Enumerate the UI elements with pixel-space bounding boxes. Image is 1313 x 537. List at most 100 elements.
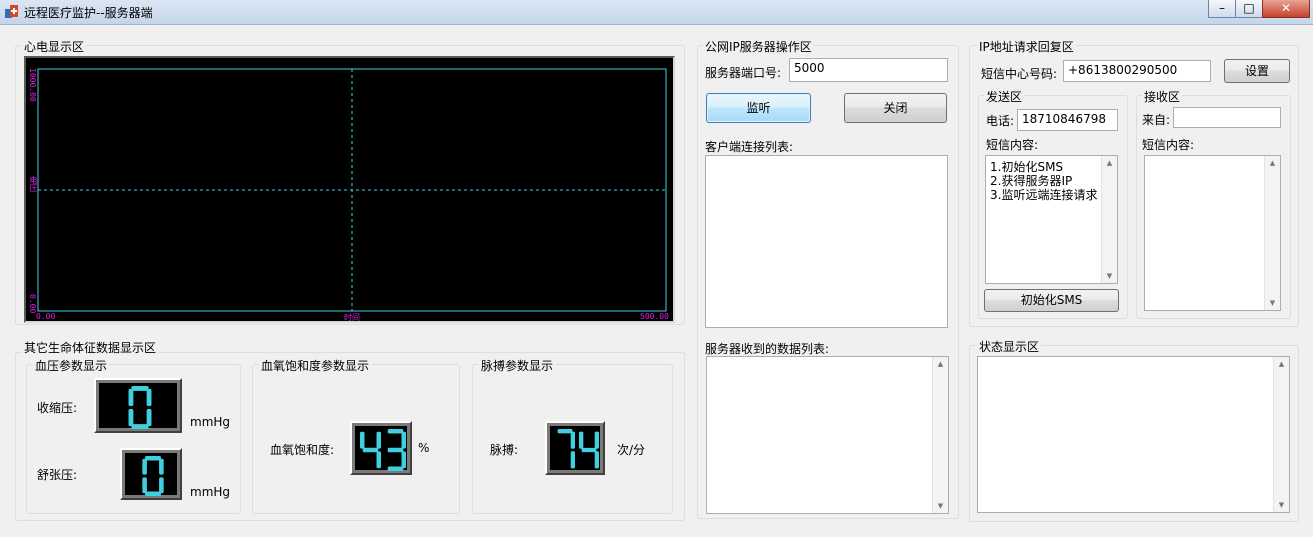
digit-segment bbox=[145, 491, 161, 496]
digit-segment bbox=[579, 431, 584, 449]
init-sms-button[interactable]: 初始化SMS bbox=[984, 289, 1119, 312]
diastolic-unit: mmHg bbox=[190, 485, 231, 499]
digit-segment bbox=[570, 431, 575, 449]
close-connection-button[interactable]: 关闭 bbox=[844, 93, 947, 123]
phone-label: 电话: bbox=[986, 114, 1015, 128]
diastolic-display bbox=[120, 448, 182, 500]
send-content-line: 2.获得服务器IP bbox=[990, 174, 1073, 188]
digit-segment bbox=[146, 388, 152, 407]
pulse-label: 脉搏: bbox=[490, 443, 519, 457]
from-input[interactable] bbox=[1173, 107, 1281, 128]
settings-button[interactable]: 设置 bbox=[1224, 59, 1290, 83]
digit-segment bbox=[128, 388, 134, 407]
receive-content-label: 短信内容: bbox=[1142, 138, 1195, 152]
digit-segment bbox=[594, 451, 599, 469]
clients-list[interactable] bbox=[705, 155, 948, 328]
send-group-label: 发送区 bbox=[984, 88, 1025, 105]
receive-content-textarea[interactable]: ▲ ▼ bbox=[1144, 155, 1281, 311]
pulse-value-digits bbox=[557, 429, 599, 469]
digit-segment bbox=[146, 408, 152, 427]
title-bar bbox=[0, 0, 1313, 25]
scroll-down-icon[interactable]: ▼ bbox=[933, 502, 948, 510]
send-content-line: 1.初始化SMS bbox=[990, 160, 1064, 174]
ecg-x-mid-label: 时间 bbox=[344, 313, 360, 322]
digit-segment bbox=[142, 477, 147, 494]
status-group-label: 状态显示区 bbox=[977, 338, 1042, 355]
vitals-group-label: 其它生命体征数据显示区 bbox=[22, 339, 159, 356]
send-content-line: 3.监听远端连接请求 bbox=[990, 188, 1098, 202]
scroll-up-icon[interactable]: ▲ bbox=[1102, 159, 1117, 167]
minimize-icon: – bbox=[1219, 1, 1225, 15]
spo2-label: 血氧饱和度: bbox=[270, 443, 335, 457]
digit-segment bbox=[362, 447, 379, 453]
diastolic-label: 舒张压: bbox=[37, 468, 78, 482]
ecg-plot: 1000.00 电压 0.00 0.00 时间 500.00 bbox=[24, 56, 675, 323]
scroll-up-icon[interactable]: ▲ bbox=[1274, 360, 1289, 368]
status-textarea[interactable]: ▲ ▼ bbox=[977, 356, 1290, 513]
digit-segment bbox=[159, 477, 164, 494]
digit-segment bbox=[159, 458, 164, 475]
send-content-textarea[interactable]: 1.初始化SMS 2.获得服务器IP 3.监听远端连接请求 ▲ ▼ bbox=[985, 155, 1118, 284]
send-content-scrollbar[interactable]: ▲ ▼ bbox=[1101, 156, 1117, 283]
received-list-label: 服务器收到的数据列表: bbox=[705, 342, 830, 356]
ecg-y-mid-label: 电压 bbox=[29, 176, 38, 192]
pulse-display bbox=[545, 421, 605, 475]
scroll-down-icon[interactable]: ▼ bbox=[1102, 272, 1117, 280]
digit-segment bbox=[570, 451, 575, 469]
close-icon: ✕ bbox=[1280, 1, 1292, 15]
ecg-y-top-label: 1000.00 bbox=[28, 68, 37, 102]
window-title: 远程医疗监护--服务器端 bbox=[24, 6, 153, 20]
scroll-down-icon[interactable]: ▼ bbox=[1265, 299, 1280, 307]
clients-list-label: 客户端连接列表: bbox=[705, 140, 794, 154]
status-scrollbar[interactable]: ▲ ▼ bbox=[1273, 357, 1289, 512]
digit-segment bbox=[387, 466, 404, 471]
server-group-label: 公网IP服务器操作区 bbox=[703, 38, 814, 55]
port-label: 服务器端口号: bbox=[705, 66, 782, 80]
digit-segment bbox=[581, 447, 597, 453]
digit-segment bbox=[387, 429, 404, 434]
digit-segment bbox=[387, 447, 404, 453]
bp-group-label: 血压参数显示 bbox=[33, 357, 110, 374]
digit-segment bbox=[401, 451, 406, 469]
digit-segment bbox=[401, 431, 406, 449]
received-list-scrollbar[interactable]: ▲ ▼ bbox=[932, 357, 948, 513]
maximize-icon: □ bbox=[1243, 1, 1255, 15]
scroll-up-icon[interactable]: ▲ bbox=[1265, 159, 1280, 167]
medical-app-icon bbox=[4, 3, 20, 19]
digit-segment bbox=[376, 431, 381, 449]
phone-input[interactable]: 18710846798 bbox=[1017, 109, 1118, 131]
digit-segment bbox=[376, 451, 381, 469]
receive-content-scrollbar[interactable]: ▲ ▼ bbox=[1264, 156, 1280, 310]
digit-segment bbox=[557, 429, 573, 434]
close-window-button[interactable]: ✕ bbox=[1262, 0, 1310, 18]
digit-segment bbox=[128, 408, 134, 427]
listen-button[interactable]: 监听 bbox=[706, 93, 811, 123]
digit-segment bbox=[131, 424, 149, 429]
digit-segment bbox=[145, 456, 161, 461]
ecg-x-max-label: 500.00 bbox=[640, 312, 669, 321]
spo2-unit: % bbox=[418, 441, 430, 455]
minimize-button[interactable]: – bbox=[1208, 0, 1236, 18]
ecg-grid bbox=[37, 68, 667, 312]
pulse-group-label: 脉搏参数显示 bbox=[479, 357, 556, 374]
spo2-value-digits bbox=[360, 429, 406, 471]
received-data-list[interactable]: ▲ ▼ bbox=[706, 356, 949, 514]
systolic-value-digits bbox=[128, 386, 152, 429]
scroll-up-icon[interactable]: ▲ bbox=[933, 360, 948, 368]
sms-group-label: IP地址请求回复区 bbox=[977, 38, 1076, 55]
receive-group-label: 接收区 bbox=[1142, 88, 1183, 105]
scroll-down-icon[interactable]: ▼ bbox=[1274, 501, 1289, 509]
spo2-display bbox=[350, 421, 412, 475]
sms-center-input[interactable]: +8613800290500 bbox=[1063, 60, 1211, 82]
from-label: 来自: bbox=[1142, 113, 1171, 127]
digit-segment bbox=[131, 386, 149, 391]
pulse-unit: 次/分 bbox=[617, 443, 646, 457]
maximize-button[interactable]: □ bbox=[1235, 0, 1263, 18]
diastolic-value-digits bbox=[142, 456, 164, 496]
digit-segment bbox=[142, 458, 147, 475]
spo2-group-label: 血氧饱和度参数显示 bbox=[259, 357, 372, 374]
systolic-display bbox=[94, 378, 182, 433]
digit-segment bbox=[594, 431, 599, 449]
ecg-group-label: 心电显示区 bbox=[22, 38, 87, 55]
port-input[interactable]: 5000 bbox=[789, 58, 948, 82]
